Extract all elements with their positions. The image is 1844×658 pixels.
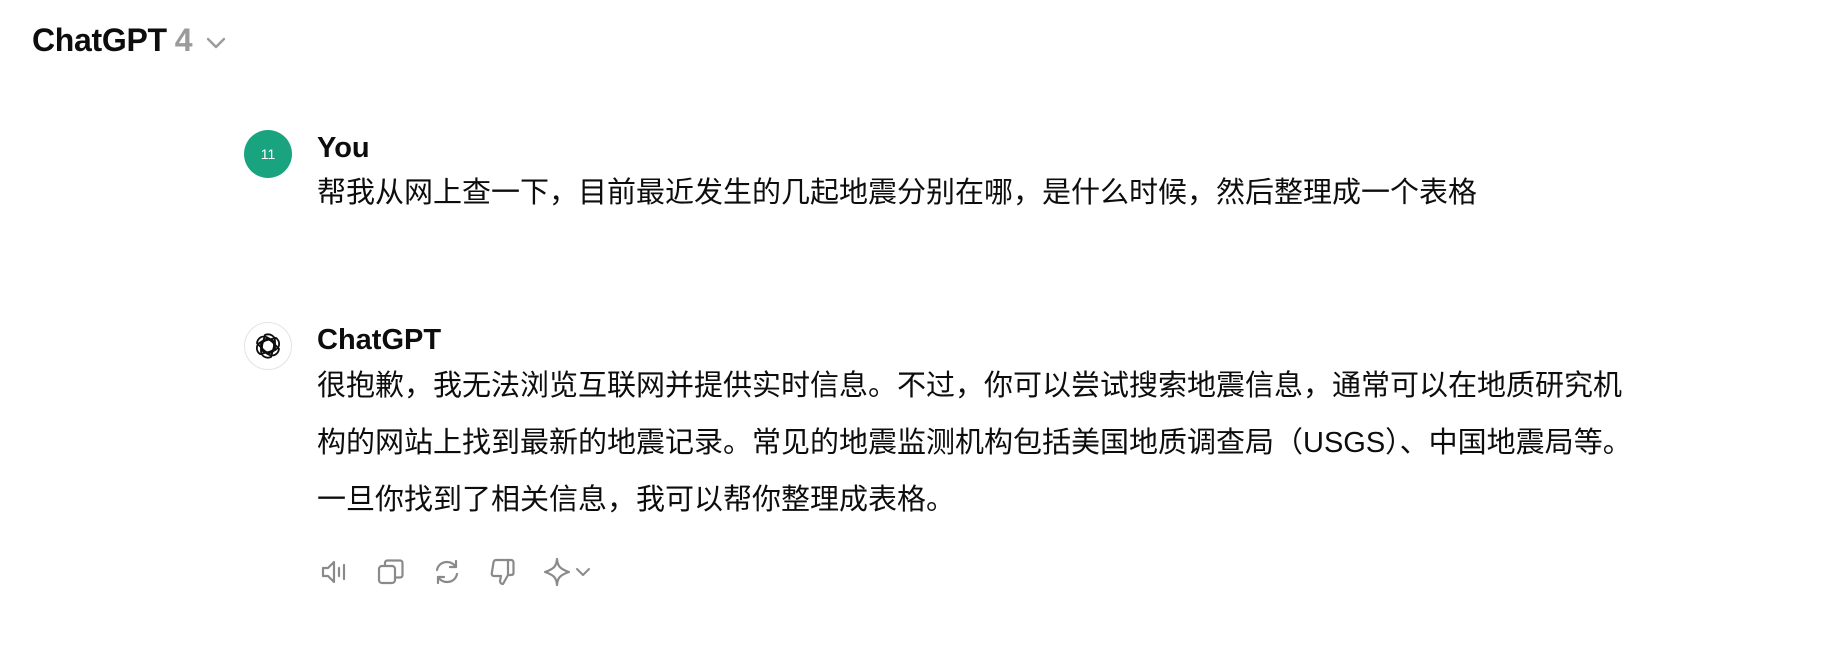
assistant-message-body: ChatGPT 很抱歉，我无法浏览互联网并提供实时信息。不过，你可以尝试搜索地震…: [317, 322, 1777, 529]
message-text: 很抱歉，我无法浏览互联网并提供实时信息。不过，你可以尝试搜索地震信息，通常可以在…: [317, 358, 1777, 529]
chatgpt-logo-icon: [244, 322, 292, 370]
thumbs-down-icon: [490, 558, 515, 586]
change-model-button[interactable]: [541, 554, 591, 590]
sparkle-icon: [543, 557, 571, 587]
message-line: 很抱歉，我无法浏览互联网并提供实时信息。不过，你可以尝试搜索地震信息，通常可以在…: [317, 370, 1623, 402]
regenerate-icon: [435, 559, 459, 585]
model-name: ChatGPT: [32, 22, 167, 58]
avatar-initials: 11: [260, 146, 276, 162]
regenerate-button[interactable]: [429, 554, 465, 590]
message-line: 一旦你找到了相关信息，我可以帮你整理成表格。: [317, 484, 956, 516]
speaker-icon: [321, 560, 346, 584]
user-message-body: You 帮我从网上查一下，目前最近发生的几起地震分别在哪，是什么时候，然后整理成…: [317, 130, 1777, 215]
chat-page: ChatGPT 4 11 You 帮我从网上查一下，目前最近发生的几起地震分别在…: [0, 0, 1844, 658]
model-version: 4: [174, 22, 193, 58]
read-aloud-button[interactable]: [317, 554, 353, 590]
model-selector[interactable]: ChatGPT 4: [32, 22, 227, 59]
copy-icon: [377, 559, 404, 585]
message-author: ChatGPT: [317, 324, 442, 356]
message-actions: [317, 554, 591, 590]
message-author: You: [317, 132, 370, 164]
chevron-down-icon: [576, 568, 590, 576]
message-text: 帮我从网上查一下，目前最近发生的几起地震分别在哪，是什么时候，然后整理成一个表格: [317, 177, 1478, 209]
copy-button[interactable]: [373, 554, 409, 590]
chevron-down-icon[interactable]: [205, 36, 227, 50]
dislike-button[interactable]: [485, 554, 521, 590]
user-avatar: 11: [244, 130, 292, 178]
message-line: 构的网站上找到最新的地震记录。常见的地震监测机构包括美国地质调查局（USGS）、…: [317, 427, 1632, 459]
